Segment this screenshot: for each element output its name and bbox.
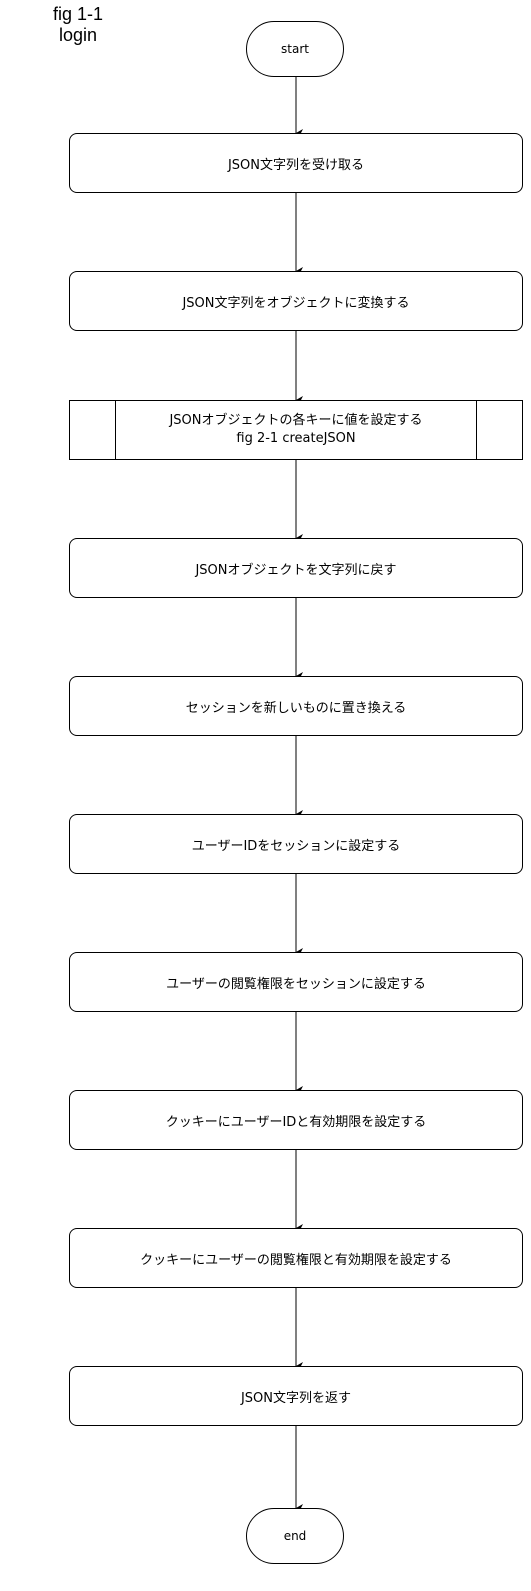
step-set-cookie-user-id: クッキーにユーザーIDと有効期限を設定する — [69, 1090, 523, 1150]
step-set-session-permissions: ユーザーの閲覧権限をセッションに設定する — [69, 952, 523, 1012]
step-replace-session: セッションを新しいものに置き換える — [69, 676, 523, 736]
step-label: セッションを新しいものに置き換える — [185, 700, 407, 716]
end-terminal: end — [246, 1508, 344, 1564]
subprocess-right-bar — [476, 401, 477, 459]
step-label: ユーザーIDをセッションに設定する — [191, 838, 401, 854]
start-terminal: start — [246, 21, 344, 77]
end-label: end — [283, 1529, 307, 1543]
step-parse-json: JSON文字列をオブジェクトに変換する — [69, 271, 523, 331]
step-label: JSON文字列をオブジェクトに変換する — [182, 295, 410, 311]
step-receive-json: JSON文字列を受け取る — [69, 133, 523, 193]
step-label: JSONオブジェクトを文字列に戻す — [195, 562, 397, 578]
connector-arrows — [295, 77, 303, 1512]
step-label: JSON文字列を返す — [240, 1390, 352, 1406]
step-return-json: JSON文字列を返す — [69, 1366, 523, 1426]
subprocess-reference: fig 2-1 createJSON — [236, 431, 356, 446]
subprocess-label: JSONオブジェクトの各キーに値を設定する — [169, 413, 423, 428]
step-label: クッキーにユーザーIDと有効期限を設定する — [165, 1114, 427, 1130]
step-label: ユーザーの閲覧権限をセッションに設定する — [166, 976, 426, 992]
start-label: start — [281, 42, 309, 56]
step-set-session-user-id: ユーザーIDをセッションに設定する — [69, 814, 523, 874]
step-label: JSON文字列を受け取る — [227, 157, 365, 173]
subprocess-set-json-keys: JSONオブジェクトの各キーに値を設定する fig 2-1 createJSON — [69, 400, 523, 460]
step-set-cookie-permissions: クッキーにユーザーの閲覧権限と有効期限を設定する — [69, 1228, 523, 1288]
step-label: クッキーにユーザーの閲覧権限と有効期限を設定する — [140, 1252, 452, 1268]
step-stringify-json: JSONオブジェクトを文字列に戻す — [69, 538, 523, 598]
